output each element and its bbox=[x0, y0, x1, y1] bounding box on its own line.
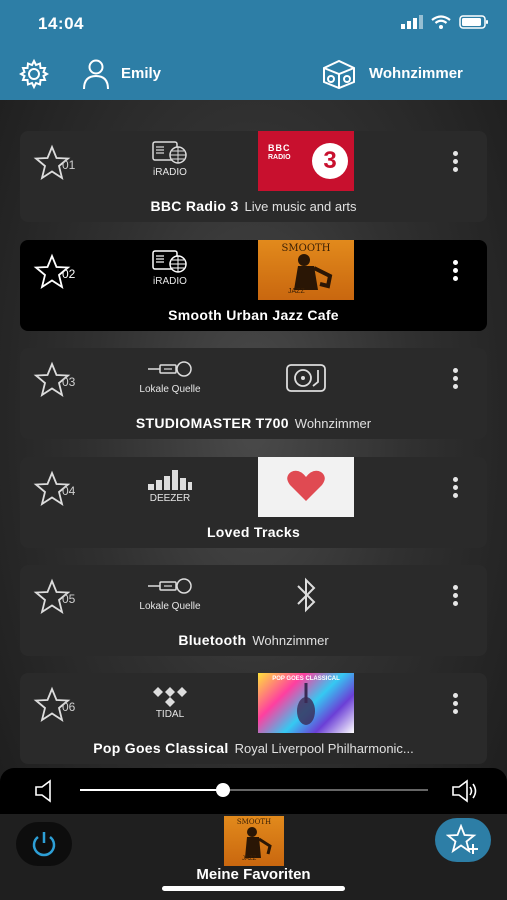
more-options-button[interactable] bbox=[451, 260, 459, 284]
heart-cover bbox=[258, 457, 354, 517]
radio-icon bbox=[152, 141, 187, 164]
station-subtitle: Wohnzimmer bbox=[252, 633, 329, 648]
smooth-jazz-cover: SMOOTH JAZZ bbox=[258, 240, 354, 300]
more-options-button[interactable] bbox=[451, 368, 459, 392]
user-icon[interactable] bbox=[82, 58, 110, 90]
favorite-card-6[interactable]: 06 TIDAL POP GOES CLASSICAL Pop Goes Cla… bbox=[20, 673, 487, 764]
more-options-button[interactable] bbox=[451, 585, 459, 609]
station-title: Bluetooth bbox=[178, 632, 247, 648]
now-playing-label[interactable]: Meine Favoriten bbox=[0, 866, 507, 883]
source: iRADIO bbox=[120, 139, 220, 178]
heart-icon bbox=[287, 470, 325, 501]
source-label: Lokale Quelle bbox=[139, 601, 201, 612]
favorite-card-1[interactable]: 01 iRADIO BBC RADIO 3 BBC Radio 3 Live mu… bbox=[20, 131, 487, 222]
radio-icon bbox=[152, 250, 187, 273]
volume-slider[interactable] bbox=[80, 783, 428, 797]
room-speaker-icon[interactable] bbox=[320, 58, 358, 90]
favorite-number: 01 bbox=[62, 158, 76, 172]
art-text: RADIO bbox=[268, 154, 291, 161]
station-title: Pop Goes Classical bbox=[93, 740, 229, 756]
art-text: JAZZ bbox=[288, 288, 305, 295]
card-title: Loved Tracks bbox=[20, 524, 487, 540]
bbc-radio-3-logo: BBC RADIO 3 bbox=[258, 131, 354, 191]
pop-classical-cover: POP GOES CLASSICAL bbox=[258, 673, 354, 733]
volume-low-icon[interactable] bbox=[34, 779, 56, 803]
volume-thumb[interactable] bbox=[215, 783, 230, 797]
favorite-card-5[interactable]: 05 Lokale Quelle Bluetooth Wohnzimmer bbox=[20, 565, 487, 656]
source: iRADIO bbox=[120, 248, 220, 287]
aux-cable-icon bbox=[148, 578, 192, 594]
volume-high-icon[interactable] bbox=[451, 779, 479, 803]
favorite-card-4[interactable]: 04 DEEZER Loved Tracks bbox=[20, 457, 487, 548]
art-text: 3 bbox=[312, 143, 348, 179]
saxophonist-silhouette bbox=[294, 254, 333, 290]
station-title: Loved Tracks bbox=[206, 524, 301, 540]
now-playing-art[interactable]: SMOOTH JAZZ bbox=[224, 816, 284, 866]
volume-bar bbox=[0, 768, 507, 814]
art-text: BBC bbox=[268, 143, 291, 153]
art-text: JAZZ bbox=[242, 856, 257, 862]
star-add-icon bbox=[446, 824, 478, 854]
source-label: Lokale Quelle bbox=[139, 384, 201, 395]
more-options-button[interactable] bbox=[451, 693, 459, 717]
more-options-button[interactable] bbox=[451, 151, 459, 175]
add-favorite-button[interactable] bbox=[435, 818, 491, 862]
bluetooth-icon bbox=[260, 575, 352, 615]
card-title: STUDIOMASTER T700 Wohnzimmer bbox=[20, 415, 487, 431]
deezer-icon bbox=[148, 470, 192, 490]
turntable-icon bbox=[260, 358, 352, 398]
battery-icon bbox=[459, 15, 488, 29]
user-name[interactable]: Emily bbox=[121, 65, 161, 82]
room-name[interactable]: Wohnzimmer bbox=[369, 65, 463, 82]
source-label: TIDAL bbox=[155, 709, 185, 720]
source: TIDAL bbox=[120, 681, 220, 720]
favorite-card-3[interactable]: 03 Lokale Quelle STUDIOMASTER T700 Wohnzi… bbox=[20, 348, 487, 439]
source-label: iRADIO bbox=[153, 167, 187, 178]
source: Lokale Quelle bbox=[120, 573, 220, 612]
favorite-number: 05 bbox=[62, 592, 76, 606]
card-title: Smooth Urban Jazz Cafe bbox=[20, 307, 487, 323]
source: Lokale Quelle bbox=[120, 356, 220, 395]
power-icon bbox=[32, 832, 56, 857]
power-button[interactable] bbox=[16, 822, 72, 866]
favorite-number: 04 bbox=[62, 484, 76, 498]
gear-icon[interactable] bbox=[18, 58, 50, 90]
source-label: DEEZER bbox=[149, 493, 191, 504]
station-title: STUDIOMASTER T700 bbox=[135, 415, 289, 431]
header-row: Emily Wohnzimmer bbox=[0, 56, 507, 92]
status-icons bbox=[401, 15, 489, 29]
signal-icon bbox=[401, 15, 423, 29]
favorite-number: 06 bbox=[62, 700, 76, 714]
card-title: BBC Radio 3 Live music and arts bbox=[20, 198, 487, 214]
station-subtitle: Wohnzimmer bbox=[294, 416, 372, 431]
wifi-icon bbox=[431, 15, 451, 29]
card-title: Pop Goes Classical Royal Liverpool Philha… bbox=[20, 740, 487, 756]
volume-fill bbox=[80, 789, 223, 791]
favorite-number: 02 bbox=[62, 267, 76, 281]
station-subtitle: Live music and arts bbox=[244, 199, 357, 214]
station-title: Smooth Urban Jazz Cafe bbox=[168, 307, 339, 323]
station-title: BBC Radio 3 bbox=[150, 198, 239, 214]
home-indicator bbox=[162, 886, 345, 891]
favorite-number: 03 bbox=[62, 375, 76, 389]
more-options-button[interactable] bbox=[451, 477, 459, 501]
favorite-card-2[interactable]: 02 iRADIO SMOOTH JAZZ Smooth Urban Jazz … bbox=[20, 240, 487, 331]
top-bar: 14:04 Emily Wohnzimmer bbox=[0, 0, 507, 100]
card-title: Bluetooth Wohnzimmer bbox=[20, 632, 487, 648]
player-bar: SMOOTH JAZZ Meine Favoriten bbox=[0, 814, 507, 900]
aux-cable-icon bbox=[148, 361, 192, 377]
tidal-icon bbox=[153, 687, 187, 707]
station-subtitle: Royal Liverpool Philharmonic... bbox=[234, 741, 414, 756]
status-time: 14:04 bbox=[38, 14, 84, 33]
source: DEEZER bbox=[120, 465, 220, 504]
source-label: iRADIO bbox=[153, 276, 187, 287]
violin-silhouette bbox=[297, 683, 315, 725]
